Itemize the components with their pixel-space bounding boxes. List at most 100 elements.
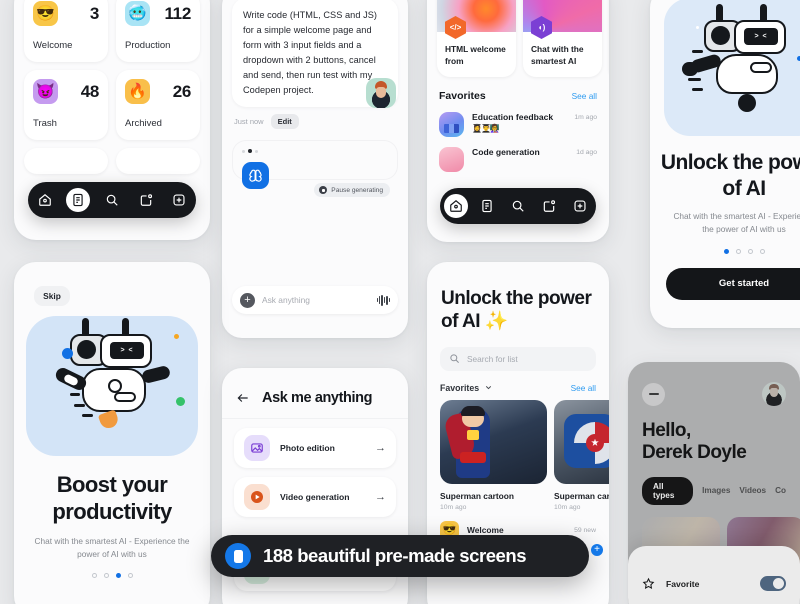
panel-header bbox=[628, 362, 800, 406]
favorite-label: Favorite bbox=[666, 578, 700, 589]
page-title: Unlock the power of AI bbox=[660, 151, 800, 200]
feature-card[interactable]: ◖) Chat with the smartest AI bbox=[523, 0, 602, 77]
tab-search[interactable] bbox=[100, 188, 124, 212]
stat-card-top: 🔥 26 bbox=[125, 79, 191, 104]
option-label: Photo edition bbox=[280, 443, 335, 453]
user-name: Derek Doyle bbox=[642, 442, 747, 464]
tab-notifications[interactable] bbox=[134, 188, 158, 212]
page-subtitle: Chat with the smartest AI - Experience t… bbox=[673, 211, 800, 235]
home-feed-panel: </> HTML welcome from ◖) Chat with the s… bbox=[427, 0, 609, 242]
feature-card-title: Chat with the smartest AI bbox=[531, 44, 584, 66]
thumbnail-title: Superman cartoon bbox=[440, 490, 514, 501]
list-item-time: 1d ago bbox=[576, 148, 597, 156]
pagination-dots[interactable] bbox=[650, 248, 800, 254]
page-title: Ask me anything bbox=[262, 390, 373, 406]
option-label: Video generation bbox=[280, 492, 350, 502]
tab-search[interactable] bbox=[506, 194, 530, 218]
edit-button[interactable]: Edit bbox=[270, 114, 299, 130]
bottom-tab-bar[interactable] bbox=[28, 182, 196, 218]
promo-banner[interactable]: 188 beautiful pre-made screens + bbox=[211, 535, 603, 577]
chevron-right-icon[interactable]: → bbox=[375, 491, 386, 503]
stat-count: 48 bbox=[80, 81, 100, 101]
tab-home[interactable] bbox=[33, 188, 57, 212]
stat-card[interactable]: 😎 3 Welcome bbox=[24, 0, 108, 62]
thumbnail-card[interactable]: Superman cartoon 10m ago bbox=[554, 399, 609, 511]
feature-card[interactable]: </> HTML welcome from bbox=[437, 0, 516, 77]
get-started-button[interactable]: Get started bbox=[666, 267, 800, 300]
section-label-group[interactable]: Favorites bbox=[440, 383, 493, 393]
screenshot-stage: 😎 3 Welcome 🥶 112 Production 😈 48 Trash bbox=[0, 0, 800, 604]
chevron-down-icon[interactable] bbox=[484, 383, 493, 392]
robot-illustration: > < bbox=[26, 316, 198, 456]
stat-label: Archived bbox=[125, 118, 162, 129]
attach-plus-icon[interactable]: + bbox=[240, 292, 255, 308]
favorite-row[interactable]: Favorite bbox=[628, 546, 800, 591]
pause-generating-button[interactable]: Pause generating bbox=[314, 183, 390, 198]
bottom-sheet: Favorite bbox=[628, 546, 800, 604]
stat-card[interactable]: 🥶 112 Production bbox=[116, 0, 200, 62]
stat-card-top: 🥶 112 bbox=[125, 1, 191, 26]
tab-home[interactable] bbox=[443, 194, 468, 218]
favorite-toggle[interactable] bbox=[760, 576, 786, 591]
avatar[interactable] bbox=[762, 382, 786, 406]
list-item-title: Welcome bbox=[467, 525, 504, 536]
photo-icon bbox=[244, 435, 270, 461]
stat-label: Production bbox=[125, 40, 171, 51]
pagination-dots[interactable] bbox=[14, 573, 210, 579]
hello-user-panel: Hello, Derek Doyle All types Images Vide… bbox=[628, 362, 800, 604]
chip-images[interactable]: Images bbox=[702, 486, 730, 495]
list-item[interactable]: Code generation 1d ago bbox=[427, 143, 609, 178]
thumbnail bbox=[439, 111, 464, 137]
page-title: Unlock the power of AI ✨ bbox=[441, 288, 592, 332]
avatar bbox=[366, 78, 396, 108]
tab-add[interactable] bbox=[568, 194, 592, 218]
onboarding-panel-right: > < Unlock the power of AI Chat with the… bbox=[650, 0, 800, 328]
status-badge: 59 new bbox=[574, 526, 596, 534]
tab-add[interactable] bbox=[167, 188, 191, 212]
hamburger-icon[interactable] bbox=[642, 382, 665, 406]
add-icon[interactable]: + bbox=[591, 544, 603, 556]
tab-notifications[interactable] bbox=[537, 194, 561, 218]
search-input[interactable]: Search for list bbox=[440, 346, 596, 371]
chip-more[interactable]: Co bbox=[775, 486, 786, 495]
thumbnail-image bbox=[440, 399, 547, 484]
waveform-icon[interactable] bbox=[376, 294, 390, 306]
option-photo-edition[interactable]: Photo edition → bbox=[234, 428, 396, 468]
filter-chips[interactable]: All types Images Videos Co bbox=[628, 465, 800, 505]
chevron-right-icon[interactable]: → bbox=[375, 442, 386, 454]
list-item-title: Education feedback bbox=[472, 111, 554, 122]
option-video-generation[interactable]: Video generation → bbox=[234, 477, 396, 517]
promo-banner-text: 188 beautiful pre-made screens bbox=[263, 545, 527, 566]
list-item-time: 1m ago bbox=[574, 113, 597, 121]
section-title: Favorites bbox=[439, 89, 486, 102]
stat-card[interactable]: 🔥 26 Archived bbox=[116, 70, 200, 140]
panel-header: Ask me anything bbox=[222, 368, 408, 419]
chat-input-placeholder[interactable]: Ask anything bbox=[262, 295, 370, 305]
search-placeholder: Search for list bbox=[467, 353, 518, 364]
skip-button[interactable]: Skip bbox=[34, 286, 70, 306]
stat-count: 3 bbox=[89, 3, 99, 23]
chip-all-types[interactable]: All types bbox=[642, 476, 694, 505]
chat-input-bar[interactable]: + Ask anything bbox=[232, 286, 398, 314]
see-all-link[interactable]: See all bbox=[572, 91, 597, 101]
list-item-title: Code generation bbox=[472, 146, 540, 157]
tab-documents[interactable] bbox=[66, 188, 91, 212]
thumbnail-card[interactable]: Superman cartoon 10m ago bbox=[440, 399, 547, 511]
message-timestamp: Just now bbox=[234, 117, 264, 127]
bottom-tab-bar[interactable] bbox=[440, 188, 596, 224]
see-all-link[interactable]: See all bbox=[571, 383, 596, 393]
greeting-text: Hello, bbox=[642, 420, 691, 441]
favorites-header: Favorites See all bbox=[427, 77, 609, 108]
thumbnail-image bbox=[554, 399, 609, 484]
back-arrow-icon[interactable] bbox=[236, 391, 250, 405]
stat-card-partial[interactable] bbox=[116, 148, 200, 174]
list-item[interactable]: Education feedback 👩‍🎓👨‍🎓👩‍🏫 1m ago bbox=[427, 108, 609, 143]
stat-card-partial[interactable] bbox=[24, 148, 108, 174]
chat-panel: Write code (HTML, CSS and JS) for a simp… bbox=[222, 0, 408, 338]
chip-videos[interactable]: Videos bbox=[739, 486, 766, 495]
tab-documents[interactable] bbox=[475, 194, 499, 218]
ai-brain-icon bbox=[242, 162, 269, 190]
stat-card[interactable]: 😈 48 Trash bbox=[24, 70, 108, 140]
page-title: Boost your productivity bbox=[52, 472, 172, 524]
typing-dots-icon bbox=[242, 149, 388, 154]
